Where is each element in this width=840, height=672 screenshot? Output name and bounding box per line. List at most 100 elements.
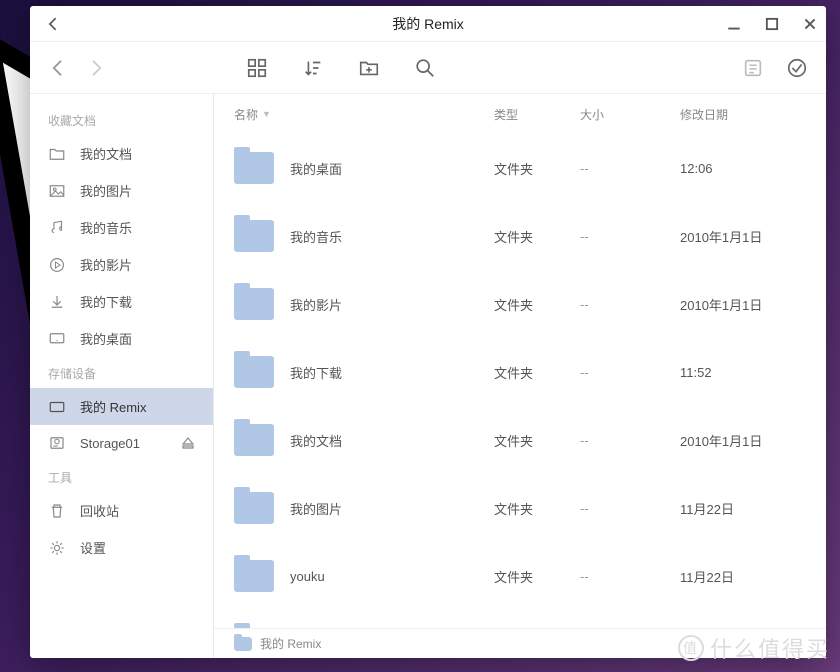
sidebar-section-storage: 存储设备 [30, 357, 213, 388]
window-title: 我的 Remix [392, 14, 464, 34]
column-header-name[interactable]: 名称 ▼ [234, 106, 494, 123]
file-date: 2010年1月1日 [680, 227, 806, 246]
sidebar-item-label: 回收站 [80, 501, 119, 520]
file-row[interactable]: 我的图片 文件夹--11月22日 [214, 474, 826, 542]
column-header-type[interactable]: 类型 [494, 106, 580, 123]
watermark-text: 什么值得买 [710, 632, 830, 664]
sidebar-item-label: 设置 [80, 538, 106, 557]
view-grid-button[interactable] [246, 57, 268, 79]
watermark-badge: 值 [678, 635, 704, 661]
file-list[interactable]: 我的桌面文件夹--12:06我的音乐文件夹--2010年1月1日我的影片文件夹-… [214, 134, 826, 628]
file-row[interactable]: 我的文档文件夹--2010年1月1日 [214, 406, 826, 474]
sidebar-item-videos[interactable]: 我的影片 [30, 246, 213, 283]
disk-icon [48, 434, 66, 452]
sidebar-item-settings[interactable]: 设置 [30, 529, 213, 566]
folder-icon [234, 288, 274, 320]
sidebar-item-music[interactable]: 我的音乐 [30, 209, 213, 246]
file-date: 11月22日 [680, 499, 806, 518]
file-type: 文件夹 [494, 159, 580, 178]
sidebar-item-label: 我的文档 [80, 144, 132, 163]
sidebar-item-label: 我的下载 [80, 292, 132, 311]
file-row[interactable]: 我的下载 文件夹--11:52 [214, 338, 826, 406]
file-type: 文件夹 [494, 499, 580, 518]
sidebar-item-downloads[interactable]: 我的下载 [30, 283, 213, 320]
search-button[interactable] [414, 57, 436, 79]
download-icon [48, 293, 66, 311]
nav-back-button[interactable] [48, 58, 68, 78]
folder-icon [234, 560, 274, 592]
file-name: 我的图片 [290, 499, 342, 518]
maximize-button[interactable] [764, 16, 780, 32]
sidebar-section-favorites: 收藏文档 [30, 104, 213, 135]
column-header-size[interactable]: 大小 [580, 106, 680, 123]
folder-icon [234, 152, 274, 184]
file-date: 2010年1月1日 [680, 431, 806, 450]
trash-icon [48, 502, 66, 520]
file-name: 我的影片 [290, 295, 342, 314]
toolbar [30, 42, 826, 94]
folder-icon [234, 492, 274, 524]
desktop-icon [48, 330, 66, 348]
sidebar-item-trash[interactable]: 回收站 [30, 492, 213, 529]
file-type: 文件夹 [494, 363, 580, 382]
file-type: 文件夹 [494, 227, 580, 246]
sidebar-item-storage01[interactable]: Storage01 [30, 425, 213, 461]
file-row[interactable]: youku 文件夹--11月22日 [214, 542, 826, 610]
folder-icon [234, 220, 274, 252]
sidebar-item-label: 我的桌面 [80, 329, 132, 348]
file-row[interactable]: 我的影片 文件夹--2010年1月1日 [214, 270, 826, 338]
sort-descending-icon: ▼ [262, 109, 271, 119]
folder-icon [48, 145, 66, 163]
watermark: 值 什么值得买 [678, 632, 830, 664]
sidebar-item-label: 我的图片 [80, 181, 132, 200]
minimize-button[interactable] [726, 16, 742, 32]
video-icon [48, 256, 66, 274]
file-date: 11月22日 [680, 567, 806, 586]
file-row[interactable]: 我的桌面文件夹--12:06 [214, 134, 826, 202]
file-name: 我的下载 [290, 363, 342, 382]
file-manager-window: 我的 Remix 收藏文档 我的文 [30, 6, 826, 658]
file-type: 文件夹 [494, 295, 580, 314]
file-name: youku [290, 569, 325, 584]
sidebar-item-desktop[interactable]: 我的桌面 [30, 320, 213, 357]
file-size: -- [580, 365, 680, 380]
folder-icon [234, 424, 274, 456]
file-row[interactable]: VST文件夹--11月22日 [214, 610, 826, 628]
sidebar-item-label: 我的音乐 [80, 218, 132, 237]
file-list-pane: 名称 ▼ 类型 大小 修改日期 我的桌面文件夹--12:06我的音乐文件夹--2… [214, 94, 826, 658]
file-name: 我的桌面 [290, 159, 342, 178]
details-pane-button[interactable] [742, 57, 764, 79]
sidebar-item-label: Storage01 [80, 436, 140, 451]
file-size: -- [580, 297, 680, 312]
sidebar-item-documents[interactable]: 我的文档 [30, 135, 213, 172]
gear-icon [48, 539, 66, 557]
breadcrumb[interactable]: 我的 Remix [260, 635, 321, 652]
file-date: 2010年1月1日 [680, 295, 806, 314]
file-size: -- [580, 569, 680, 584]
close-button[interactable] [802, 16, 818, 32]
titlebar: 我的 Remix [30, 6, 826, 42]
column-headers: 名称 ▼ 类型 大小 修改日期 [214, 94, 826, 134]
file-size: -- [580, 501, 680, 516]
column-header-date[interactable]: 修改日期 [680, 106, 806, 123]
file-type: 文件夹 [494, 431, 580, 450]
music-icon [48, 219, 66, 237]
file-name: 我的音乐 [290, 227, 342, 246]
eject-icon[interactable] [181, 436, 195, 450]
device-icon [48, 398, 66, 416]
titlebar-back-button[interactable] [44, 14, 64, 34]
file-size: -- [580, 161, 680, 176]
new-folder-button[interactable] [358, 57, 380, 79]
select-mode-button[interactable] [786, 57, 808, 79]
sidebar: 收藏文档 我的文档 我的图片 我的音乐 我的影片 我的下载 [30, 94, 214, 658]
sort-button[interactable] [302, 57, 324, 79]
file-type: 文件夹 [494, 567, 580, 586]
sidebar-section-tools: 工具 [30, 461, 213, 492]
file-row[interactable]: 我的音乐文件夹--2010年1月1日 [214, 202, 826, 270]
sidebar-item-pictures[interactable]: 我的图片 [30, 172, 213, 209]
sidebar-item-remix[interactable]: 我的 Remix [30, 388, 213, 425]
sidebar-item-label: 我的 Remix [80, 397, 146, 416]
nav-forward-button[interactable] [86, 58, 106, 78]
file-name: 我的文档 [290, 431, 342, 450]
file-date: 11:52 [680, 365, 806, 380]
